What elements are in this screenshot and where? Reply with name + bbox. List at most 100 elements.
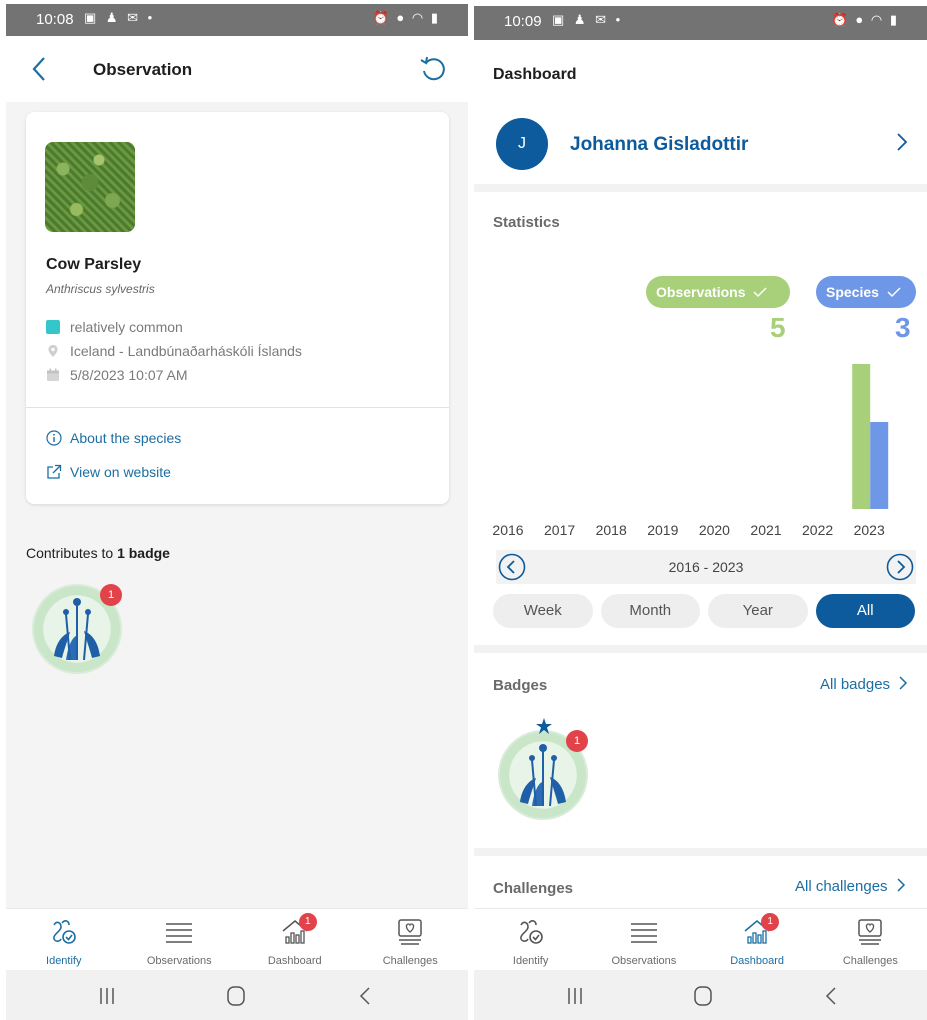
statistics-title: Statistics	[493, 214, 560, 231]
section-divider	[474, 645, 927, 653]
period-tab-month[interactable]: Month	[600, 594, 700, 628]
nav-dashboard-label: Dashboard	[267, 955, 322, 967]
all-badges-link[interactable]: All badges	[820, 675, 908, 693]
identify-icon	[519, 920, 543, 944]
x-tick-label: 2021	[750, 522, 781, 538]
status-time: 10:08	[36, 11, 74, 28]
contributes-text: Contributes to 1 badge	[26, 545, 170, 561]
species-toggle[interactable]: Species	[816, 276, 916, 308]
next-range-button[interactable]	[886, 553, 914, 581]
plant-photo[interactable]	[45, 142, 135, 232]
info-icon	[46, 430, 62, 446]
refresh-button[interactable]	[418, 54, 448, 84]
chevron-left-icon	[32, 57, 45, 81]
observation-screen: 10:08 ▣ ♟ ✉ • ⏰ ● ◠ ▮ Observation Cow Pa…	[6, 0, 468, 1020]
challenges-title: Challenges	[493, 880, 574, 897]
card-divider	[26, 407, 449, 408]
bar-observations-2023	[852, 364, 871, 509]
x-tick-label: 2023	[854, 522, 885, 538]
system-back-icon	[825, 987, 836, 1005]
nav-challenges[interactable]: Challenges	[814, 909, 927, 970]
bottom-navigation: Identify Observations 1 Dashboard Challe…	[474, 908, 927, 970]
badge-dandelion[interactable]: 1	[498, 718, 588, 820]
about-species-label: About the species	[70, 430, 182, 446]
statistics-bar-chart: 2016 2017 2018 2019 2020 2021 2022 2023	[492, 364, 889, 538]
check-icon	[753, 287, 767, 298]
recent-apps-icon	[100, 988, 114, 1004]
page-title: Observation	[93, 60, 193, 79]
avatar: J	[496, 118, 548, 170]
nav-challenges-label: Challenges	[842, 955, 898, 967]
dashboard-screen: 10:09 ▣ ♟ ✉ • ⏰ ● ◠ ▮ Dashboard J Johann…	[474, 0, 927, 1020]
chevron-right-icon	[899, 676, 908, 690]
home-icon	[694, 986, 712, 1006]
back-button[interactable]	[28, 54, 52, 84]
view-website-link[interactable]: View on website	[46, 464, 171, 480]
x-tick-label: 2018	[596, 522, 627, 538]
nav-observations-label: Observations	[611, 955, 677, 967]
list-icon	[630, 923, 657, 943]
badge-dandelion[interactable]: 1	[32, 584, 122, 674]
home-button[interactable]	[688, 984, 718, 1008]
location-row: Iceland - Landbúnaðarháskóli Íslands	[46, 343, 302, 359]
dashboard-notification-badge: 1	[298, 913, 317, 931]
nav-dashboard-label: Dashboard	[730, 955, 785, 967]
notification-icons: ▣ ♟ ✉ •	[552, 12, 624, 27]
x-tick-label: 2020	[699, 522, 730, 538]
contributes-prefix: Contributes to	[26, 545, 114, 561]
top-app-bar: Dashboard	[474, 40, 927, 106]
all-badges-label: All badges	[820, 676, 891, 693]
star-icon	[536, 718, 552, 734]
x-tick-label: 2017	[544, 522, 575, 538]
system-back-icon	[359, 987, 370, 1005]
badge-notification-count: 1	[100, 584, 122, 606]
nav-observations[interactable]: Observations	[122, 909, 238, 970]
observations-toggle[interactable]: Observations	[646, 276, 790, 308]
nav-identify-label: Identify	[512, 955, 549, 967]
species-toggle-label: Species	[826, 284, 879, 300]
view-website-label: View on website	[70, 464, 171, 480]
nav-observations[interactable]: Observations	[587, 909, 700, 970]
all-challenges-label: All challenges	[795, 878, 888, 895]
identify-icon	[52, 920, 76, 944]
nav-dashboard[interactable]: 1 Dashboard	[701, 909, 814, 970]
date-row: 5/8/2023 10:07 AM	[46, 367, 188, 383]
challenges-icon	[398, 919, 422, 945]
nav-identify[interactable]: Identify	[6, 909, 122, 970]
contributes-count: 1 badge	[117, 545, 170, 561]
observations-total: 5	[770, 312, 786, 343]
chevron-right-icon	[897, 878, 905, 892]
challenges-icon	[858, 919, 883, 945]
system-navigation-bar	[474, 970, 927, 1020]
species-total: 3	[895, 312, 911, 343]
date-range-label: 2016 - 2023	[668, 559, 744, 575]
home-icon	[227, 986, 245, 1006]
frequency-row: relatively common	[46, 319, 183, 335]
user-name: Johanna Gisladottir	[570, 134, 749, 155]
home-button[interactable]	[221, 984, 251, 1008]
nav-identify[interactable]: Identify	[474, 909, 587, 970]
calendar-icon	[47, 368, 59, 381]
period-tab-all[interactable]: All	[815, 594, 915, 628]
system-back-button[interactable]	[816, 984, 846, 1008]
about-species-link[interactable]: About the species	[46, 430, 181, 446]
period-tab-year[interactable]: Year	[708, 594, 808, 628]
chevron-right-icon	[897, 133, 908, 151]
date-range-bar: 2016 - 2023	[496, 550, 916, 584]
top-app-bar: Observation	[6, 36, 468, 102]
recent-apps-button[interactable]	[92, 984, 122, 1008]
frequency-square-icon	[46, 320, 60, 334]
user-profile-row[interactable]: J Johanna Gisladottir	[474, 106, 927, 184]
observations-toggle-label: Observations	[656, 284, 746, 300]
badge-notification-count: 1	[566, 730, 588, 752]
bar-species-2023	[870, 422, 889, 509]
recent-apps-button[interactable]	[560, 984, 590, 1008]
period-tab-week[interactable]: Week	[493, 594, 593, 628]
all-challenges-link[interactable]: All challenges	[795, 877, 906, 895]
section-divider	[474, 184, 927, 192]
system-back-button[interactable]	[350, 984, 380, 1008]
nav-challenges[interactable]: Challenges	[353, 909, 469, 970]
system-status-icons: ⏰ ● ◠ ▮	[831, 12, 899, 27]
species-scientific-name: Anthriscus sylvestris	[46, 282, 155, 296]
nav-dashboard[interactable]: 1 Dashboard	[237, 909, 353, 970]
